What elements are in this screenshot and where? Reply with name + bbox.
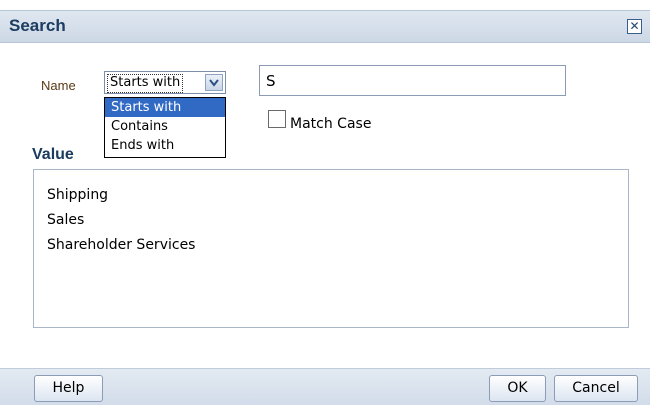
match-operator-options: Starts with Contains Ends with [104, 97, 226, 158]
option-ends-with[interactable]: Ends with [105, 136, 225, 155]
cancel-button[interactable]: Cancel [554, 375, 638, 402]
list-item[interactable]: Sales [34, 209, 628, 234]
option-contains[interactable]: Contains [105, 117, 225, 136]
name-label: Name [41, 78, 76, 93]
dialog-footer: Help OK Cancel [0, 368, 650, 405]
help-button[interactable]: Help [34, 375, 103, 402]
match-operator-value: Starts with [107, 74, 184, 93]
match-operator-select[interactable]: Starts with [104, 71, 226, 94]
dialog-title: Search [9, 16, 66, 35]
close-icon[interactable]: ✕ [627, 19, 642, 34]
search-dialog: Search ✕ Name Starts with Starts with Co… [0, 0, 650, 405]
value-heading: Value [32, 146, 74, 163]
list-item[interactable]: Shareholder Services [34, 234, 628, 259]
value-list[interactable]: Shipping Sales Shareholder Services [33, 169, 629, 328]
search-input[interactable]: S [259, 65, 566, 96]
match-case-label: Match Case [290, 116, 372, 132]
option-starts-with[interactable]: Starts with [105, 98, 225, 117]
ok-button[interactable]: OK [489, 375, 546, 402]
dialog-titlebar: Search ✕ [0, 10, 650, 43]
match-case-checkbox[interactable] [268, 110, 286, 128]
list-item[interactable]: Shipping [34, 184, 628, 209]
chevron-down-icon[interactable] [205, 74, 223, 91]
